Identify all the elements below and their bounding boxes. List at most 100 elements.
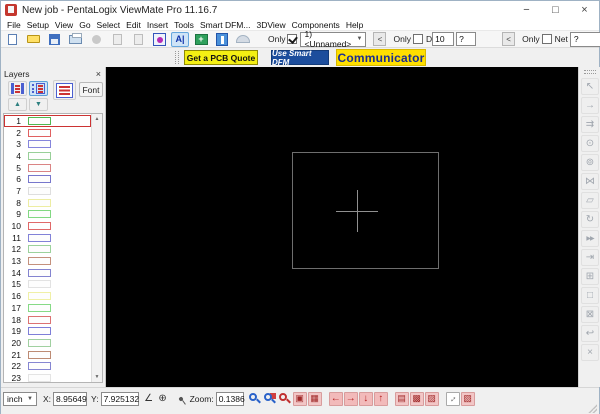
clear-markers-icon[interactable]: ▧: [460, 391, 475, 406]
select-by-net-icon[interactable]: ⊚: [581, 154, 599, 171]
layer-row-2[interactable]: 2: [4, 127, 91, 139]
zoom-in-icon[interactable]: [248, 392, 262, 406]
redraw-icon[interactable]: ▦: [307, 391, 322, 406]
move-to-layer-icon[interactable]: ⇥: [581, 249, 599, 266]
layer-color-swatch[interactable]: [28, 233, 51, 242]
close-button[interactable]: ×: [570, 1, 599, 19]
layer-only-checkbox[interactable]: [287, 34, 298, 44]
dcode-only-checkbox[interactable]: [412, 34, 423, 44]
layer-row-13[interactable]: 13: [4, 255, 91, 267]
menu-setup[interactable]: Setup: [24, 20, 52, 30]
minimize-button[interactable]: −: [512, 1, 541, 19]
print-icon[interactable]: [66, 32, 84, 47]
zoom-field[interactable]: 0.1386: [215, 391, 245, 406]
net-only-checkbox[interactable]: [541, 34, 552, 44]
layer-row-15[interactable]: 15: [4, 279, 91, 291]
menu-components[interactable]: Components: [289, 20, 343, 30]
toolbar-grip[interactable]: [584, 70, 596, 74]
mirror-icon[interactable]: ⋈: [581, 173, 599, 190]
copy-icon[interactable]: [108, 32, 126, 47]
layer-color-swatch[interactable]: [28, 315, 51, 324]
layer-row-11[interactable]: 11: [4, 232, 91, 244]
layer-row-18[interactable]: 18: [4, 314, 91, 326]
select-arrow-icon[interactable]: ↖: [581, 78, 599, 95]
layer-row-22[interactable]: 22: [4, 360, 91, 372]
pan-right-icon[interactable]: →: [343, 391, 358, 406]
layer-color-swatch[interactable]: [28, 128, 51, 137]
layer-color-swatch[interactable]: [28, 350, 51, 359]
menu-insert[interactable]: Insert: [144, 20, 171, 30]
font-button[interactable]: Font: [79, 82, 103, 97]
undo-icon[interactable]: ↩: [581, 325, 599, 342]
layer-row-3[interactable]: 3: [4, 138, 91, 150]
layers-panel-close-icon[interactable]: ×: [96, 69, 101, 79]
move-item-icon[interactable]: →: [581, 97, 599, 114]
layer-row-21[interactable]: 21: [4, 349, 91, 361]
maximize-button[interactable]: □: [541, 1, 570, 19]
layer-color-swatch[interactable]: [28, 163, 51, 172]
toolbar-grip[interactable]: [175, 51, 179, 64]
active-layer-combo[interactable]: 1) <Unnamed> ▼: [300, 29, 367, 49]
communicator-button[interactable]: Communicator: [336, 49, 426, 66]
save-icon[interactable]: [45, 32, 63, 47]
layer-row-16[interactable]: 16: [4, 290, 91, 302]
layer-color-swatch[interactable]: [28, 116, 51, 125]
layer-row-4[interactable]: 4: [4, 150, 91, 162]
show-all-layers-button[interactable]: [8, 81, 27, 96]
send-icon[interactable]: [87, 32, 105, 47]
layer-row-14[interactable]: 14: [4, 267, 91, 279]
zoom-previous-icon[interactable]: ▤: [394, 391, 409, 406]
menu-tools[interactable]: Tools: [171, 20, 197, 30]
copy-item-icon[interactable]: ⇉: [581, 116, 599, 133]
zoom-window-icon[interactable]: [263, 392, 277, 406]
menu-3dview[interactable]: 3DView: [253, 20, 288, 30]
crop-icon[interactable]: ⊠: [581, 306, 599, 323]
measure-icon[interactable]: A|: [171, 31, 189, 47]
prev-layer-button[interactable]: <: [373, 32, 387, 46]
menu-help[interactable]: Help: [343, 20, 366, 30]
delete-icon[interactable]: ×: [581, 344, 599, 361]
single-layer-mode-button[interactable]: [29, 81, 48, 96]
layer-row-9[interactable]: 9: [4, 209, 91, 221]
layer-color-swatch[interactable]: [28, 257, 51, 266]
scroll-down-icon[interactable]: ▼: [95, 374, 100, 380]
menu-select[interactable]: Select: [94, 20, 124, 30]
zoom-point-icon[interactable]: [278, 392, 292, 406]
layer-color-swatch[interactable]: [28, 175, 51, 184]
layer-row-23[interactable]: 23: [4, 372, 91, 382]
use-smart-dfm-button[interactable]: Use Smart DFM: [271, 49, 329, 67]
layer-row-5[interactable]: 5: [4, 162, 91, 174]
scroll-up-icon[interactable]: ▲: [95, 116, 100, 122]
layer-row-8[interactable]: 8: [4, 197, 91, 209]
prev-dcode-button[interactable]: <: [502, 32, 516, 46]
pan-left-icon[interactable]: ←: [328, 391, 343, 406]
new-file-icon[interactable]: [3, 32, 21, 47]
zoom-selection-icon[interactable]: ▨: [424, 391, 439, 406]
step-repeat-icon[interactable]: ▶▶: [581, 230, 599, 247]
rotate-icon[interactable]: ↻: [581, 211, 599, 228]
x-coordinate-field[interactable]: 8.95649: [53, 391, 88, 406]
move-layer-up-button[interactable]: ▲: [8, 98, 27, 111]
menu-view[interactable]: View: [52, 20, 76, 30]
layer-row-10[interactable]: 10: [4, 220, 91, 232]
layer-color-swatch[interactable]: [28, 268, 51, 277]
layer-color-swatch[interactable]: [28, 303, 51, 312]
resize-grip[interactable]: [587, 403, 597, 413]
layer-color-swatch[interactable]: [28, 222, 51, 231]
move-layer-down-button[interactable]: ▼: [29, 98, 48, 111]
layer-color-swatch[interactable]: [28, 151, 51, 160]
pan-down-icon[interactable]: ↓: [358, 391, 373, 406]
layer-color-swatch[interactable]: [28, 280, 51, 289]
layer-color-swatch[interactable]: [28, 186, 51, 195]
layer-color-swatch[interactable]: [28, 140, 51, 149]
layer-color-swatch[interactable]: [28, 292, 51, 301]
fit-window-icon[interactable]: ↔: [446, 391, 460, 406]
layer-row-20[interactable]: 20: [4, 337, 91, 349]
shear-icon[interactable]: ▱: [581, 192, 599, 209]
view-3d-icon[interactable]: [234, 32, 252, 47]
zoom-layer-icon[interactable]: ▩: [409, 391, 424, 406]
paste-icon[interactable]: [129, 32, 147, 47]
dcode-query-input[interactable]: ?: [456, 32, 477, 46]
menu-edit[interactable]: Edit: [123, 20, 144, 30]
get-pcb-quote-button[interactable]: Get a PCB Quote: [184, 50, 258, 65]
